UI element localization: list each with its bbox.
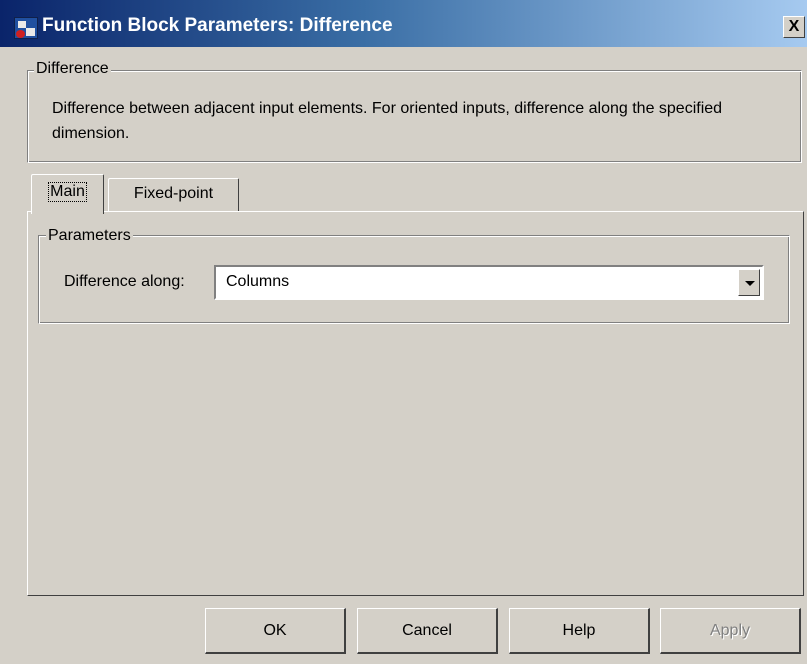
description-text: Difference between adjacent input elemen… bbox=[52, 100, 723, 142]
difference-along-value: Columns bbox=[226, 273, 290, 290]
close-button[interactable]: X bbox=[783, 16, 805, 38]
dropdown-arrow-icon[interactable] bbox=[738, 269, 760, 296]
parameters-group-title: Parameters bbox=[46, 227, 133, 245]
tab-fixed-point[interactable]: Fixed-point bbox=[108, 178, 239, 212]
close-icon: X bbox=[788, 18, 800, 35]
help-button[interactable]: Help bbox=[509, 608, 650, 654]
tab-main[interactable]: Main bbox=[31, 174, 104, 214]
apply-button[interactable]: Apply bbox=[660, 608, 801, 654]
ok-button[interactable]: OK bbox=[205, 608, 346, 654]
description-group-title: Difference bbox=[34, 60, 111, 78]
tab-main-label: Main bbox=[48, 182, 87, 202]
tab-fixed-point-label: Fixed-point bbox=[133, 185, 214, 202]
title-bar: Function Block Parameters: Difference bbox=[0, 0, 807, 47]
difference-along-label: Difference along: bbox=[64, 273, 185, 290]
window-title: Function Block Parameters: Difference bbox=[42, 15, 393, 36]
cancel-button[interactable]: Cancel bbox=[357, 608, 498, 654]
simulink-block-icon bbox=[14, 17, 38, 39]
difference-along-select[interactable]: Columns bbox=[214, 265, 764, 300]
